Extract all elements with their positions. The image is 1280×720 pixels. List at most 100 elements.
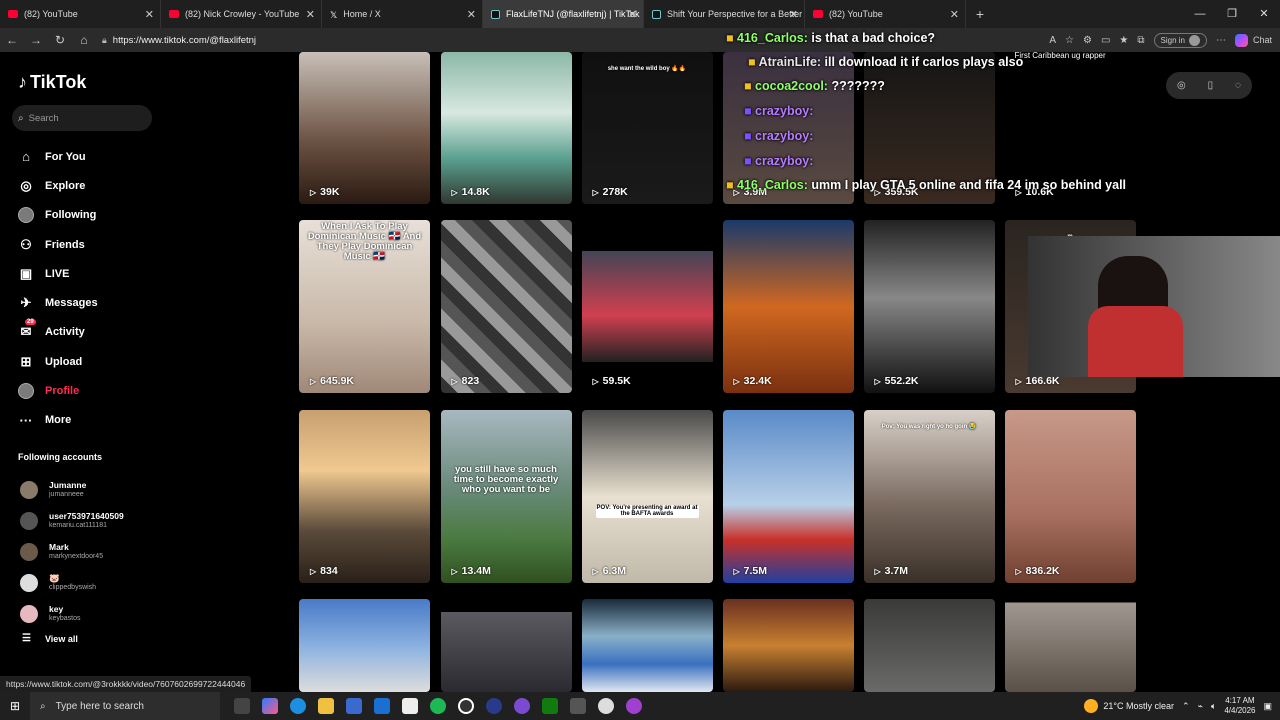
clock[interactable]: 4:17 AM 4/4/2026 bbox=[1224, 696, 1255, 716]
following-account[interactable]: user753971640509 kemariu.cat111181 bbox=[20, 505, 168, 536]
video-thumbnail[interactable]: ▷ 7.5M bbox=[722, 410, 854, 583]
store-icon[interactable] bbox=[346, 698, 362, 714]
logo-text: TikTok bbox=[30, 72, 87, 92]
tab-close-icon[interactable]: ✕ bbox=[789, 8, 798, 21]
video-thumbnail[interactable]: ▷ 39K bbox=[299, 52, 430, 204]
refresh-icon[interactable]: ↻ bbox=[48, 33, 72, 47]
video-thumbnail[interactable]: ▷ 836.2K bbox=[1004, 410, 1136, 583]
start-icon[interactable]: ⊞ bbox=[0, 699, 30, 713]
video-thumbnail[interactable]: When I Ask To Play Dominican Music 🇩🇴 An… bbox=[299, 220, 430, 393]
edge-icon[interactable] bbox=[290, 698, 306, 714]
forward-icon[interactable]: → bbox=[24, 33, 48, 47]
tab-close-icon[interactable]: ✕ bbox=[467, 8, 476, 21]
app-icon-2[interactable] bbox=[486, 698, 502, 714]
play-icon: ▷ bbox=[310, 376, 317, 386]
video-thumbnail[interactable] bbox=[722, 599, 854, 692]
tiktok-logo[interactable]: ♪ TikTok bbox=[18, 72, 86, 93]
extensions-icon[interactable]: ⚙ bbox=[1083, 35, 1092, 46]
following-account[interactable]: key keybastos bbox=[20, 598, 168, 629]
nav-item-following[interactable]: Following bbox=[18, 201, 168, 230]
video-thumbnail[interactable]: POV: You're presenting an award at the B… bbox=[581, 410, 713, 583]
file-explorer-icon[interactable] bbox=[318, 698, 334, 714]
minimize-icon[interactable]: — bbox=[1184, 0, 1216, 28]
app-icon-4[interactable] bbox=[626, 698, 642, 714]
video-thumbnail[interactable]: ▷ 14.8K bbox=[440, 52, 572, 204]
copilot-app-icon[interactable] bbox=[262, 698, 278, 714]
collections-icon[interactable]: ⧉ bbox=[1137, 35, 1144, 46]
mail-icon[interactable] bbox=[374, 698, 390, 714]
following-account[interactable]: Jumanne jumanneee bbox=[20, 474, 168, 505]
nav-item-upload[interactable]: ⊞ Upload bbox=[18, 347, 168, 376]
tab-close-icon[interactable]: ✕ bbox=[145, 8, 154, 21]
view-count-value: 6.3M bbox=[602, 565, 626, 577]
xbox-icon[interactable] bbox=[542, 698, 558, 714]
discord-icon[interactable] bbox=[514, 698, 530, 714]
nav-item-more[interactable]: ··· More bbox=[18, 406, 168, 435]
search-input[interactable]: ⌕ Search bbox=[12, 105, 152, 131]
video-thumbnail[interactable]: ▷ 823 bbox=[440, 220, 572, 393]
network-icon[interactable]: ⌁ bbox=[1198, 701, 1203, 712]
nav-item-friends[interactable]: ⚇ Friends bbox=[18, 230, 168, 259]
video-thumbnail[interactable] bbox=[1004, 599, 1136, 692]
nav-item-for-you[interactable]: ⌂ For You bbox=[18, 142, 168, 171]
chevron-up-icon[interactable]: ⌃ bbox=[1182, 701, 1190, 712]
restore-icon[interactable]: ❐ bbox=[1216, 0, 1248, 28]
sign-in-button[interactable]: Sign in bbox=[1153, 32, 1207, 48]
nav-item-explore[interactable]: ◎ Explore bbox=[18, 171, 168, 200]
account-handle: clippedbyswish bbox=[49, 584, 97, 591]
close-window-icon[interactable]: ✕ bbox=[1248, 0, 1280, 28]
notepad-icon[interactable] bbox=[402, 698, 418, 714]
split-screen-icon[interactable]: ▭ bbox=[1101, 35, 1110, 46]
following-account[interactable]: 🐷 clippedbyswish bbox=[20, 567, 168, 598]
video-thumbnail[interactable]: you still have so much time to become ex… bbox=[440, 410, 572, 583]
video-thumbnail[interactable]: ▷ 32.4K bbox=[722, 220, 854, 393]
tab-close-icon[interactable]: ✕ bbox=[628, 8, 637, 21]
copilot-chat-button[interactable]: Chat bbox=[1234, 33, 1272, 47]
read-aloud-icon[interactable]: A bbox=[1049, 35, 1056, 46]
new-tab-button[interactable]: + bbox=[966, 6, 994, 22]
weather-widget[interactable]: 21°C Mostly clear bbox=[1084, 699, 1174, 713]
taskbar-search[interactable]: ⌕ Type here to search bbox=[30, 692, 220, 720]
following-account[interactable]: Mark markynextdoor45 bbox=[20, 536, 168, 567]
settings-icon[interactable] bbox=[570, 698, 586, 714]
home-browser-icon[interactable]: ⌂ bbox=[72, 33, 96, 47]
task-view-icon[interactable] bbox=[234, 698, 250, 714]
browser-tab[interactable]: Shift Your Perspective for a Better ✕ bbox=[644, 0, 805, 28]
video-thumbnail[interactable] bbox=[440, 599, 572, 692]
back-icon[interactable]: ← bbox=[0, 33, 24, 47]
browser-tab[interactable]: (82) YouTube ✕ bbox=[0, 0, 161, 28]
device-icon[interactable]: ▯ bbox=[1208, 80, 1214, 91]
video-thumbnail[interactable]: Pov: You was right yo ho goin 😭 ▷ 3.7M bbox=[863, 410, 995, 583]
app-icon-3[interactable] bbox=[598, 698, 614, 714]
video-thumbnail[interactable]: she want the wild boy 🔥🔥 ▷ 278K bbox=[581, 52, 713, 204]
favorites-icon[interactable]: ★ bbox=[1119, 35, 1128, 46]
notifications-icon[interactable]: ▣ bbox=[1263, 701, 1272, 712]
loading-spinner-icon: ◌ bbox=[1235, 80, 1241, 91]
video-thumbnail[interactable]: ▷ 834 bbox=[299, 410, 430, 583]
settings-more-icon[interactable]: ⋯ bbox=[1216, 35, 1226, 46]
video-thumbnail[interactable] bbox=[299, 599, 430, 692]
nav-item-profile[interactable]: Profile bbox=[18, 376, 168, 405]
app-icon[interactable] bbox=[458, 698, 474, 714]
nav-item-activity[interactable]: ✉ 29 Activity bbox=[18, 318, 168, 347]
video-thumbnail[interactable] bbox=[863, 599, 995, 692]
browser-tab[interactable]: FlaxLifeTNJ (@flaxlifetnj) | TikTok ✕ bbox=[483, 0, 644, 28]
video-thumbnail[interactable]: ▷ 552.2K bbox=[863, 220, 995, 393]
spotify-icon[interactable] bbox=[430, 698, 446, 714]
tab-close-icon[interactable]: ✕ bbox=[950, 8, 959, 21]
browser-tab[interactable]: (82) YouTube ✕ bbox=[805, 0, 966, 28]
tab-close-icon[interactable]: ✕ bbox=[306, 8, 315, 21]
browser-tab[interactable]: (82) Nick Crowley - YouTube ✕ bbox=[161, 0, 322, 28]
video-thumbnail[interactable]: ▷ 59.5K bbox=[581, 220, 713, 393]
nav-item-messages[interactable]: ✈ Messages bbox=[18, 288, 168, 317]
nav-item-live[interactable]: ▣ LIVE bbox=[18, 259, 168, 288]
pip-icon[interactable]: ◎ bbox=[1177, 80, 1186, 91]
browser-tab[interactable]: 𝕏 Home / X ✕ bbox=[322, 0, 483, 28]
notification-badge: 29 bbox=[25, 319, 36, 326]
nav-item-label: Friends bbox=[45, 238, 85, 251]
view-all-button[interactable]: ☰ View all bbox=[22, 633, 78, 644]
volume-icon[interactable]: 🔈︎ bbox=[1211, 701, 1216, 712]
favorite-star-icon[interactable]: ☆ bbox=[1065, 35, 1074, 46]
url-field[interactable]: 🔒︎ https://www.tiktok.com/@flaxlifetnj bbox=[102, 35, 256, 46]
video-thumbnail[interactable] bbox=[581, 599, 713, 692]
